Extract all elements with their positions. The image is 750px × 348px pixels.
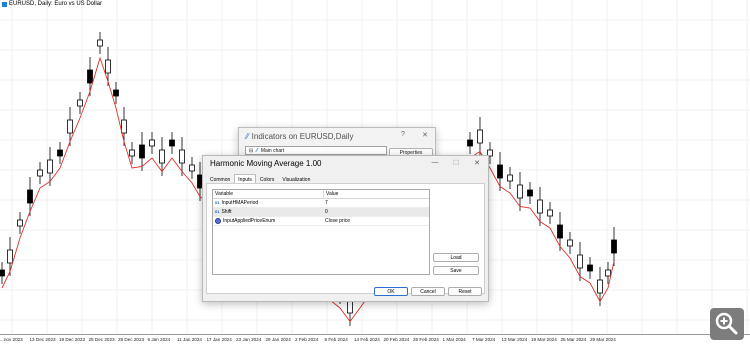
candle <box>537 199 543 214</box>
candle <box>597 279 603 294</box>
candle <box>169 139 175 147</box>
candle <box>477 129 483 144</box>
candle <box>527 189 533 197</box>
time-axis-label: 19 Mar 2024 <box>531 337 557 342</box>
table-row[interactable]: 01 Shift 0 <box>213 208 429 217</box>
time-axis-label: 25 Mar 2024 <box>560 337 587 342</box>
tree-item-main-chart[interactable]: ⊟ ⁄⁄ Main chart <box>245 146 387 155</box>
indicators-close-button[interactable]: ✕ <box>415 131 435 139</box>
symbol-icon <box>2 1 7 7</box>
candle <box>149 139 155 147</box>
variable-name: Shift <box>221 209 232 215</box>
candle <box>179 149 185 164</box>
cancel-button[interactable]: Cancel <box>411 287 445 296</box>
time-axis-label: 1 Mar 2024 <box>442 337 466 342</box>
time-axis-label: 2 Feb 2024 <box>295 337 319 342</box>
indicator-icon: ⁄⁄ <box>246 131 249 141</box>
time-axis-label: 13 Mar 2024 <box>501 337 528 342</box>
time-axis-label: 5 Jan 2024 <box>147 337 171 342</box>
tree-item-label: Main chart <box>260 147 285 154</box>
indicators-window-title: Indicators on EURUSD,Daily <box>251 131 354 141</box>
time-axis-label: 29 Mar 2024 <box>590 337 616 342</box>
candle <box>105 59 111 74</box>
time-axis-label: 11 Jan 2024 <box>177 337 202 342</box>
chart-title-text: EURUSD, Daily: Euro vs US Dollar <box>9 1 103 7</box>
help-button[interactable]: ? <box>393 131 413 138</box>
time-axis-label: 23 Jan 2024 <box>236 337 262 342</box>
inputs-panel: Variable Value 01 InputHMAPeriod 7 01 Shif… <box>206 183 485 294</box>
candle <box>97 39 103 47</box>
time-axis-label: 29 Jan 2024 <box>265 337 291 342</box>
chart-icon: ⁄⁄ <box>256 147 258 154</box>
table-row[interactable]: InputAppliedPriceEnum Close price <box>213 217 429 226</box>
column-value[interactable]: Value <box>324 190 338 198</box>
zoom-in-button[interactable] <box>710 308 744 340</box>
candle <box>557 224 563 239</box>
variable-value[interactable]: 7 <box>323 199 328 207</box>
time-axis-label: ...nov 2023 <box>0 337 23 342</box>
candle <box>7 249 13 264</box>
time-axis-label: 19 Dec 2023 <box>59 337 86 342</box>
candle <box>189 164 195 172</box>
candle <box>139 144 145 159</box>
candle <box>27 189 33 204</box>
enum-icon <box>215 218 221 224</box>
candle <box>517 184 523 199</box>
variable-value[interactable]: Close price <box>323 217 350 225</box>
variable-value[interactable]: 0 <box>323 208 328 216</box>
candle <box>611 239 617 254</box>
candle <box>17 219 23 227</box>
maximize-button[interactable]: ☐ <box>446 159 466 167</box>
candle <box>129 149 135 157</box>
candle <box>159 149 165 164</box>
candle <box>0 269 5 277</box>
candle <box>547 209 553 217</box>
candle <box>497 164 503 179</box>
table-row[interactable]: 01 InputHMAPeriod 7 <box>213 199 429 208</box>
candle <box>567 239 573 247</box>
reset-button[interactable]: Reset <box>448 287 482 296</box>
candle <box>87 69 93 84</box>
candle <box>121 119 127 134</box>
int-icon: 01 <box>215 200 220 205</box>
candle <box>587 264 593 272</box>
candle <box>37 169 43 177</box>
candle <box>113 89 119 97</box>
candle <box>605 269 611 277</box>
zoom-in-icon <box>715 312 738 335</box>
column-variable[interactable]: Variable <box>213 190 324 198</box>
time-axis-label: 17 Jan 2024 <box>206 337 232 342</box>
candle <box>57 149 63 157</box>
minimize-button[interactable]: — <box>425 159 445 166</box>
candle <box>77 99 83 107</box>
collapse-icon[interactable]: ⊟ <box>249 148 253 154</box>
candle <box>467 139 473 147</box>
time-axis-label: 25 Dec 2023 <box>88 337 115 342</box>
time-axis-label: 20 Feb 2024 <box>383 337 410 342</box>
candle <box>577 254 583 269</box>
candle <box>507 174 513 182</box>
grid-header: Variable Value <box>213 190 429 199</box>
int-icon: 01 <box>215 209 220 214</box>
dialog-close-button[interactable]: ✕ <box>467 159 487 167</box>
time-axis-label: 26 Feb 2024 <box>413 337 439 342</box>
inputs-grid: Variable Value 01 InputHMAPeriod 7 01 Shif… <box>212 189 430 275</box>
variable-name: InputAppliedPriceEnum <box>223 218 276 224</box>
time-axis-label: 13 Dec 2023 <box>29 337 56 342</box>
dialog-title: Harmonic Moving Average 1.00 <box>210 159 322 168</box>
time-axis-label: 7 Mar 2024 <box>472 337 496 342</box>
time-axis-label: 8 Feb 2024 <box>324 337 348 342</box>
save-button[interactable]: Save <box>433 266 479 275</box>
candle <box>67 119 73 134</box>
time-axis-label: 29 Dec 2023 <box>118 337 145 342</box>
chart-title: EURUSD, Daily: Euro vs US Dollar <box>2 1 102 7</box>
variable-name: InputHMAPeriod <box>221 200 259 206</box>
indicator-properties-dialog: Harmonic Moving Average 1.00 — ☐ ✕ Commo… <box>202 155 489 302</box>
load-button[interactable]: Load <box>433 253 479 262</box>
time-axis-label: 14 Feb 2024 <box>354 337 380 342</box>
ok-button[interactable]: OK <box>374 287 408 296</box>
candle <box>47 159 53 174</box>
